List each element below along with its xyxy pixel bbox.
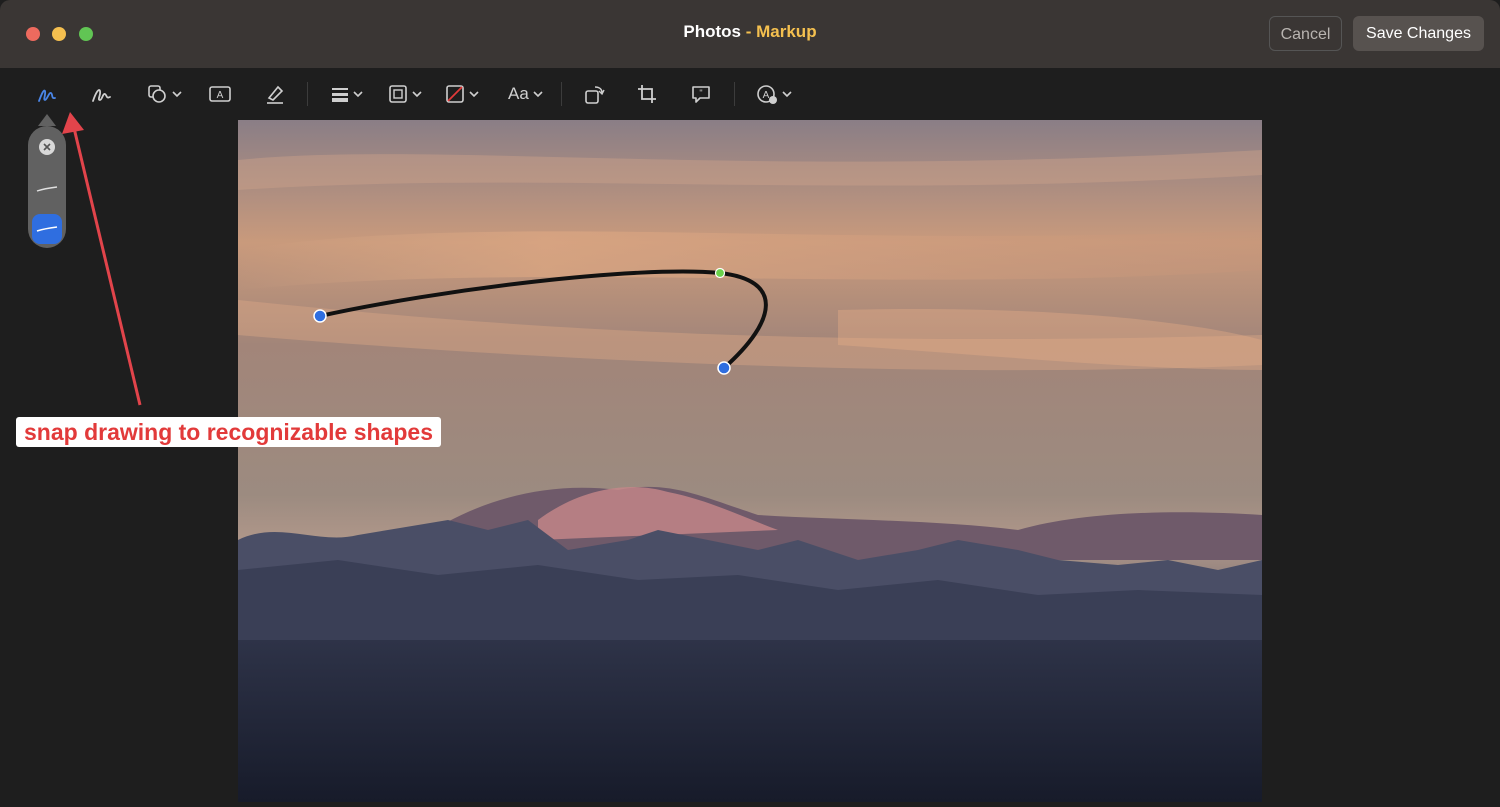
- description-button[interactable]: ": [690, 80, 712, 108]
- accessibility-icon: A: [757, 85, 777, 104]
- save-changes-button[interactable]: Save Changes: [1353, 16, 1484, 51]
- description-icon: ": [692, 86, 710, 103]
- rotate-icon: [585, 86, 605, 104]
- window-title-app: Photos: [683, 22, 742, 41]
- svg-text:A: A: [217, 90, 224, 101]
- stroke-start-handle: [313, 309, 327, 323]
- cancel-button[interactable]: Cancel: [1269, 16, 1342, 51]
- crop-button[interactable]: [636, 80, 658, 108]
- highlight-tool-button[interactable]: [264, 80, 286, 108]
- text-box-icon: A: [209, 86, 231, 102]
- text-tool-button[interactable]: A: [208, 80, 232, 108]
- border-color-icon: [389, 85, 407, 103]
- landscape-photo: [238, 120, 1262, 802]
- window-title-mode: Markup: [756, 22, 817, 41]
- chevron-down-icon: [533, 91, 543, 98]
- line-style-icon: [332, 88, 348, 102]
- window-title-separator: -: [741, 22, 757, 41]
- svg-text:": ": [699, 88, 702, 98]
- photo-canvas[interactable]: [238, 120, 1262, 802]
- stroke-control-handle: [714, 267, 726, 279]
- border-color-button[interactable]: [388, 80, 422, 108]
- text-style-icon: Aa: [508, 84, 529, 103]
- chevron-down-icon: [469, 91, 479, 98]
- toolbar-divider: [734, 82, 735, 106]
- stroke-end-handle: [717, 361, 731, 375]
- crop-icon: [638, 85, 656, 103]
- line-style-button[interactable]: [331, 80, 363, 108]
- rotate-button[interactable]: [583, 80, 605, 108]
- chevron-down-icon: [412, 91, 422, 98]
- svg-text:A: A: [763, 90, 770, 101]
- chevron-down-icon: [782, 91, 792, 98]
- toolbar-divider: [561, 82, 562, 106]
- fill-color-button[interactable]: [445, 80, 479, 108]
- fill-color-icon: [446, 85, 464, 103]
- chevron-down-icon: [353, 91, 363, 98]
- markup-window: Photos - Markup Cancel Save Changes A Aa…: [0, 0, 1500, 807]
- annotation-label: snap drawing to recognizable shapes: [16, 417, 441, 447]
- title-bar: Photos - Markup Cancel Save Changes: [0, 0, 1500, 68]
- toolbar-divider: [307, 82, 308, 106]
- markup-toolbar: A Aa " A: [0, 68, 1500, 120]
- annotation-arrow: [62, 112, 142, 406]
- highlight-icon: [267, 85, 284, 104]
- text-style-button[interactable]: Aa: [508, 80, 543, 108]
- accessibility-description-button[interactable]: A: [756, 80, 792, 108]
